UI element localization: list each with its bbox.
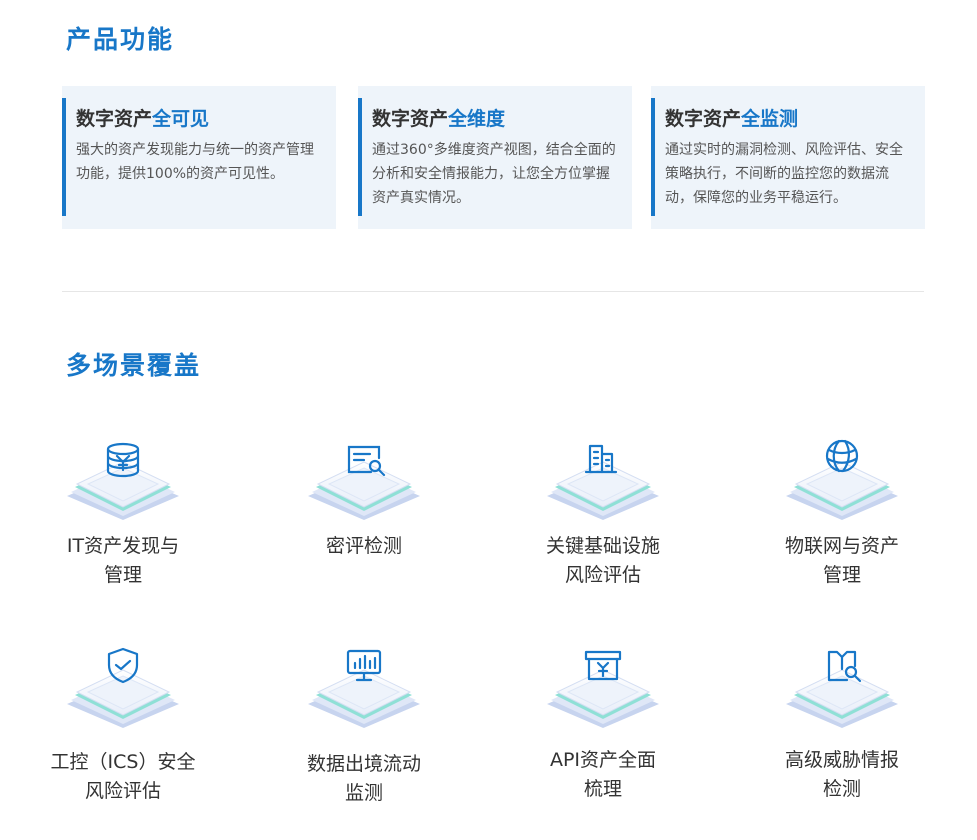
globe-icon	[785, 439, 899, 521]
building-icon	[546, 444, 660, 521]
feature-card-desc: 通过360°多维度资产视图，结合全面的分析和安全情报能力，让您全方位掌握资产真实…	[372, 142, 616, 206]
scene-label: IT资产发现与 管理	[66, 535, 180, 586]
scene-item-it-asset[interactable]: IT资产发现与 管理	[23, 432, 223, 590]
archive-yen-icon	[546, 650, 660, 729]
section-title-features: 产品功能	[66, 25, 175, 54]
feature-card-title: 数字资产全监测	[665, 108, 799, 130]
scene-item-data-export[interactable]: 数据出境流动 监测	[264, 640, 464, 808]
scene-label: 密评检测	[325, 535, 402, 557]
section-title-scenes: 多场景覆盖	[66, 351, 202, 380]
scene-item-threat-intel[interactable]: 高级威胁情报 检测	[742, 640, 942, 804]
scene-label: 工控（ICS）安全 风险评估	[50, 751, 196, 802]
scene-label: 数据出境流动 监测	[306, 753, 421, 804]
card-accent-bar	[62, 98, 66, 216]
document-search-icon	[307, 445, 421, 521]
monitor-chart-icon	[307, 649, 421, 729]
feature-card-desc: 强大的资产发现能力与统一的资产管理功能，提供100%的资产可见性。	[76, 142, 314, 182]
scene-item-ics[interactable]: 工控（ICS）安全 风险评估	[23, 640, 223, 806]
feature-card-monitor: 数字资产全监测 通过实时的漏洞检测、风险评估、安全策略执行，不间断的监控您的数据…	[651, 86, 925, 229]
feature-card-dimension: 数字资产全维度 通过360°多维度资产视图，结合全面的分析和安全情报能力，让您全…	[358, 86, 632, 229]
scene-label: 物联网与资产 管理	[784, 535, 899, 586]
feature-card-title-highlight: 全监测	[741, 108, 799, 130]
scene-item-api[interactable]: API资产全面 梳理	[503, 640, 703, 804]
feature-card-title: 数字资产全维度	[372, 108, 506, 130]
card-accent-bar	[651, 98, 655, 216]
scene-label: API资产全面 梳理	[549, 749, 657, 800]
scene-item-crypto-eval[interactable]: 密评检测	[264, 432, 464, 561]
scene-item-iot[interactable]: 物联网与资产 管理	[742, 432, 942, 590]
feature-card-title-highlight: 全可见	[152, 108, 210, 130]
card-accent-bar	[358, 98, 362, 216]
feature-card-visible: 数字资产全可见 强大的资产发现能力与统一的资产管理功能，提供100%的资产可见性…	[62, 86, 336, 229]
book-search-icon	[785, 650, 899, 729]
feature-card-title-highlight: 全维度	[448, 108, 506, 130]
section-divider	[62, 291, 924, 292]
shield-check-icon	[66, 647, 180, 729]
feature-card-title: 数字资产全可见	[76, 108, 210, 130]
scene-label: 高级威胁情报 检测	[784, 749, 899, 800]
scene-label: 关键基础设施 风险评估	[545, 535, 660, 586]
feature-card-desc: 通过实时的漏洞检测、风险评估、安全策略执行，不间断的监控您的数据流动，保障您的业…	[665, 142, 903, 206]
database-yen-icon	[66, 442, 180, 521]
scene-item-infrastructure[interactable]: 关键基础设施 风险评估	[503, 432, 703, 590]
